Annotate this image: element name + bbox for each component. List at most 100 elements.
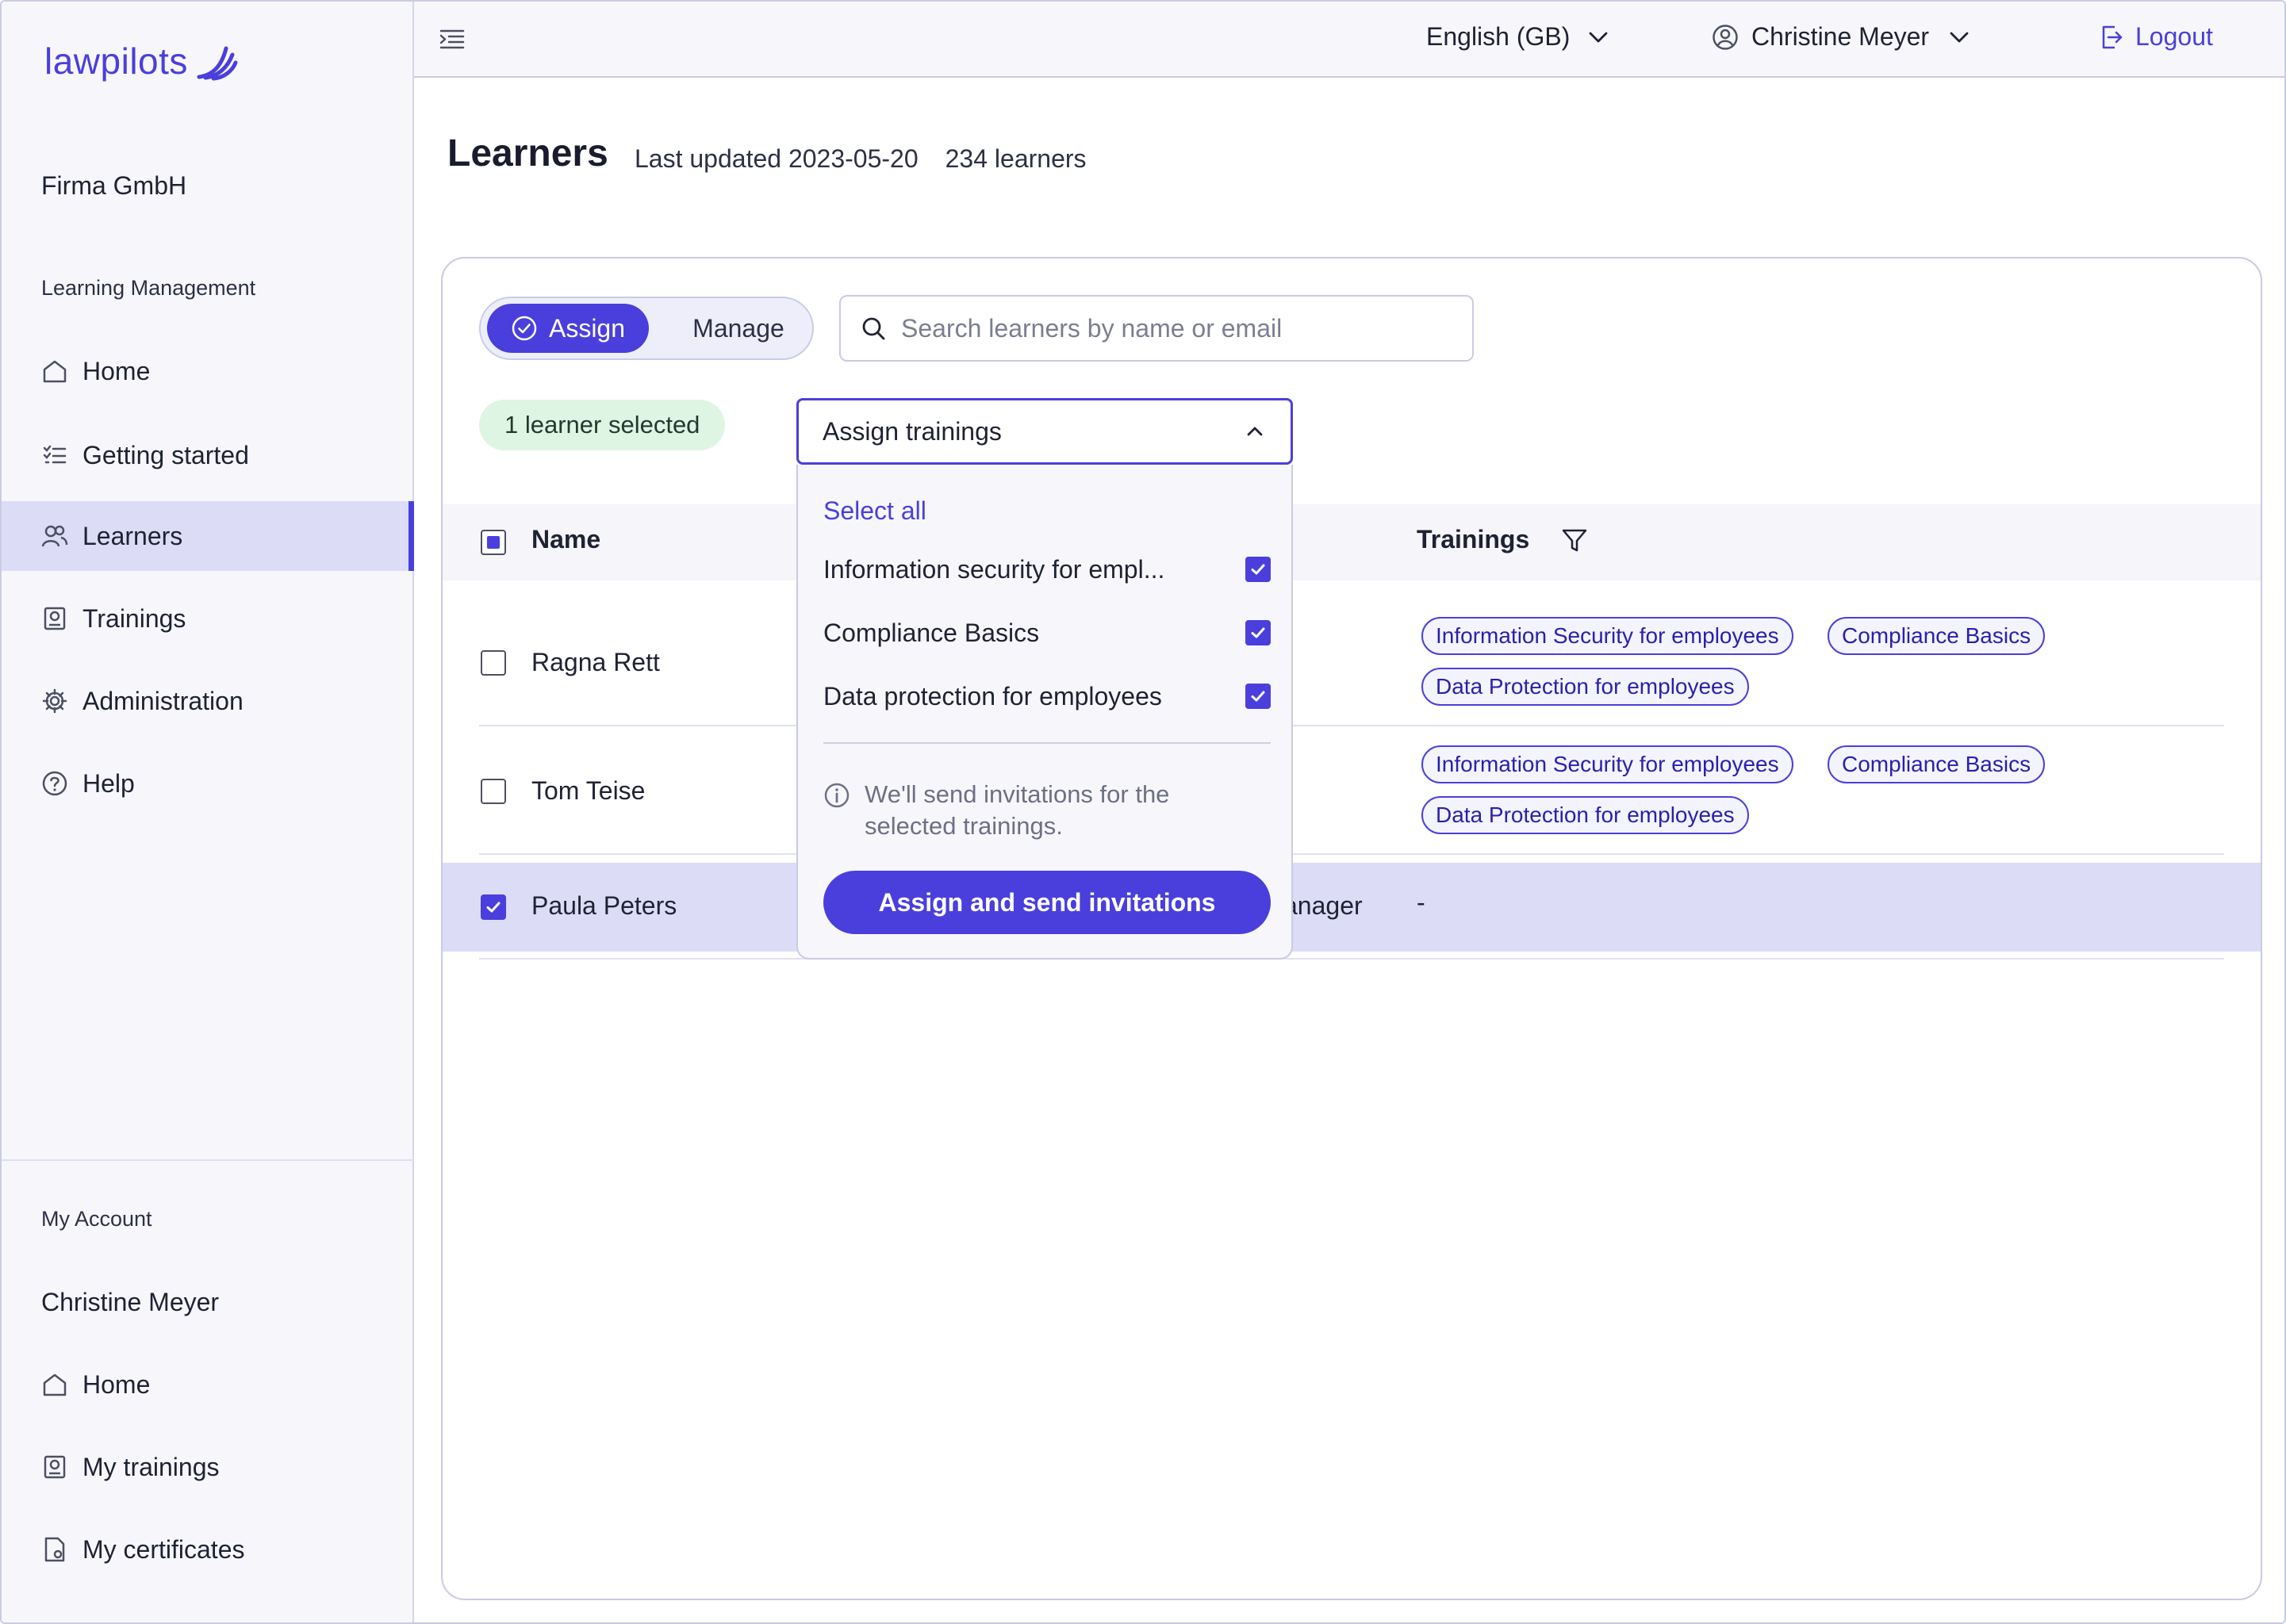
sidebar-item-label: Home <box>82 356 151 385</box>
section-label-account: My Account <box>41 1207 152 1231</box>
certificate-icon <box>44 1537 65 1562</box>
trainings-empty: - <box>1417 888 1425 917</box>
user-menu[interactable]: Christine Meyer <box>1712 22 1972 52</box>
sidebar-item-learners[interactable]: Learners <box>2 501 414 571</box>
sidebar: lawpilots Firma GmbH Learning Management… <box>2 2 414 1622</box>
check-icon <box>1251 627 1265 638</box>
chevron-down-icon <box>1589 32 1608 42</box>
user-circle-icon <box>1713 24 1738 50</box>
section-label-learning: Learning Management <box>41 276 256 300</box>
sidebar-item-administration[interactable]: Administration <box>2 666 414 736</box>
dropdown-panel: Select all Information security for empl… <box>796 465 1293 959</box>
sidebar-item-trainings[interactable]: Trainings <box>2 584 414 653</box>
logo-mark-icon <box>197 46 238 81</box>
row-checkbox[interactable] <box>481 650 506 676</box>
selected-count-badge: 1 learner selected <box>479 400 726 450</box>
sidebar-item-getting-started[interactable]: Getting started <box>2 420 414 490</box>
page-title: Learners <box>447 132 608 174</box>
row-divider <box>479 853 2224 855</box>
last-updated: Last updated 2023-05-20 <box>635 144 919 173</box>
sidebar-item-label: Administration <box>82 686 244 715</box>
select-all-link[interactable]: Select all <box>823 496 926 526</box>
select-all-checkbox[interactable] <box>481 530 506 555</box>
logo[interactable]: lawpilots <box>44 40 239 82</box>
user-name: Christine Meyer <box>1751 22 1930 51</box>
users-icon <box>41 525 68 547</box>
assign-mode-button[interactable]: Assign <box>487 304 649 353</box>
sidebar-item-my-trainings[interactable]: My trainings <box>2 1432 414 1502</box>
option-checkbox-checked[interactable] <box>1245 557 1271 582</box>
learner-name: Ragna Rett <box>531 648 660 676</box>
row-divider <box>479 725 2224 726</box>
home-icon <box>43 1373 67 1396</box>
search-input[interactable] <box>901 313 1456 343</box>
check-circle-icon <box>512 316 537 341</box>
assign-and-send-button[interactable]: Assign and send invitations <box>823 871 1271 934</box>
column-header-trainings-label: Trainings <box>1417 525 1530 553</box>
row-checkbox-checked[interactable] <box>481 894 506 920</box>
account-name: Christine Meyer <box>41 1288 220 1316</box>
mode-toggle: Assign Manage <box>479 297 814 360</box>
checklist-icon <box>43 445 67 464</box>
option-checkbox-checked[interactable] <box>1245 620 1271 645</box>
dropdown-divider <box>823 742 1271 744</box>
logout-icon <box>2102 25 2123 48</box>
learner-count: 234 learners <box>945 144 1087 173</box>
search-box <box>839 295 1474 362</box>
trainings-icon <box>44 1455 66 1479</box>
column-header-trainings[interactable]: Trainings <box>1417 525 1588 554</box>
sidebar-item-label: My trainings <box>82 1452 220 1481</box>
assign-mode-label: Assign <box>548 313 626 343</box>
training-option-label: Compliance Basics <box>823 618 1040 647</box>
training-option[interactable]: Compliance Basics <box>823 609 1271 657</box>
sidebar-item-label: Help <box>82 768 135 798</box>
training-tag: Information Security for employees <box>1421 617 1793 655</box>
invitation-info-text: We'll send invitations for the selected … <box>865 780 1170 840</box>
dropdown-label: Assign trainings <box>823 416 1002 446</box>
check-icon <box>486 902 501 913</box>
org-name: Firma GmbH <box>41 171 187 200</box>
language-label: English (GB) <box>1426 22 1571 51</box>
learner-role: anager <box>1283 891 1363 920</box>
search-icon <box>862 317 885 340</box>
sidebar-divider <box>2 1159 414 1161</box>
table-header <box>443 504 2261 580</box>
row-checkbox[interactable] <box>481 779 506 804</box>
learner-name: Paula Peters <box>531 891 677 920</box>
check-icon <box>1251 691 1265 702</box>
sidebar-item-account-home[interactable]: Home <box>2 1350 414 1419</box>
check-icon <box>1251 564 1265 575</box>
collapse-menu-icon[interactable] <box>438 25 466 54</box>
sidebar-item-label: Trainings <box>82 603 186 633</box>
logout-link[interactable]: Logout <box>2099 22 2213 52</box>
training-tag: Data Protection for employees <box>1421 796 1749 834</box>
sidebar-item-label: My certificates <box>82 1534 245 1564</box>
training-tag: Data Protection for employees <box>1421 668 1749 706</box>
learner-name: Tom Teise <box>531 776 646 805</box>
sidebar-item-home[interactable]: Home <box>2 336 414 406</box>
sidebar-item-my-certificates[interactable]: My certificates <box>2 1515 414 1584</box>
topbar: English (GB) Christine Meyer Logout <box>414 2 2284 78</box>
training-tag: Information Security for employees <box>1421 745 1793 783</box>
logo-text: lawpilots <box>44 40 188 82</box>
invitation-info: We'll send invitations for the selected … <box>823 779 1268 842</box>
training-option-label: Data protection for employees <box>823 681 1162 710</box>
option-checkbox-checked[interactable] <box>1245 684 1271 709</box>
training-tag: Compliance Basics <box>1828 745 2046 783</box>
filter-icon[interactable] <box>1561 527 1588 553</box>
training-option[interactable]: Data protection for employees <box>823 672 1271 720</box>
chevron-up-icon <box>1247 427 1263 436</box>
sidebar-item-label: Learners <box>82 521 183 550</box>
help-icon <box>42 771 67 796</box>
logout-label: Logout <box>2135 22 2213 51</box>
info-icon <box>824 783 850 808</box>
sidebar-item-help[interactable]: Help <box>2 749 414 818</box>
manage-mode-button[interactable]: Manage <box>671 304 806 353</box>
column-header-name[interactable]: Name <box>531 525 600 554</box>
assign-trainings-dropdown[interactable]: Assign trainings <box>796 398 1293 465</box>
sidebar-item-label: Getting started <box>82 440 249 469</box>
row-divider <box>479 958 2224 959</box>
training-option[interactable]: Information security for empl... <box>823 546 1271 593</box>
page-meta: Last updated 2023-05-20 234 learners <box>635 144 1087 174</box>
language-select[interactable]: English (GB) <box>1426 22 1611 52</box>
